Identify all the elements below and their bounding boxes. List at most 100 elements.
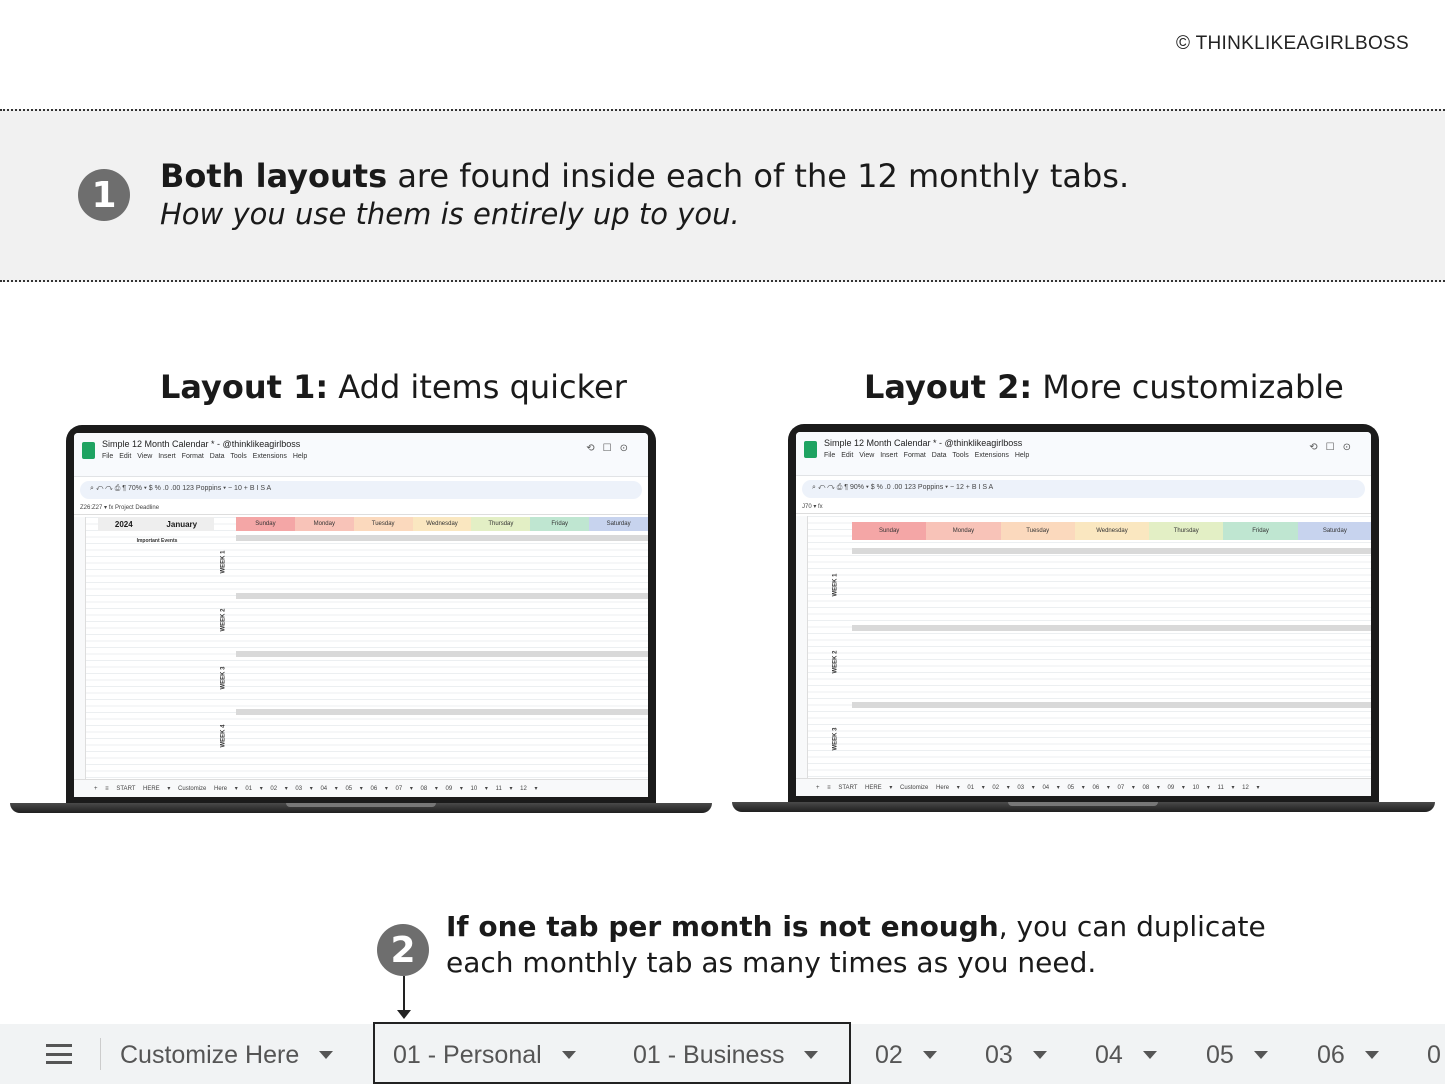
day-header-tuesday: Tuesday xyxy=(1000,522,1075,540)
sheet1-menu: File Edit View Insert Format Data Tools … xyxy=(102,453,308,460)
layout1-title: Layout 1: Add items quicker xyxy=(160,368,627,406)
day-header-saturday: Saturday xyxy=(1297,522,1371,540)
sheet1-title: Simple 12 Month Calendar * - @thinklikea… xyxy=(102,439,301,449)
layout2-title: Layout 2: More customizable xyxy=(864,368,1344,406)
sheet2-header-icons: ⟲☐⊙ xyxy=(1309,442,1359,453)
tab-01-business[interactable]: 01 - Business xyxy=(633,1039,819,1071)
tab-label: 04 xyxy=(1095,1040,1123,1069)
chevron-down-icon xyxy=(1253,1051,1268,1059)
sheet2-formula-bar: J70 ▾ fx xyxy=(796,502,1371,514)
sheet2-week2-label: WEEK 2 xyxy=(832,650,839,674)
chevron-down-icon xyxy=(1032,1051,1047,1059)
sheet2-week-bar xyxy=(852,548,1371,554)
day-header-sunday: Sunday xyxy=(852,522,927,540)
chevron-down-icon xyxy=(1142,1051,1157,1059)
layout2-title-rest: More customizable xyxy=(1032,368,1344,406)
step1-subheading: How you use them is entirely up to you. xyxy=(160,197,740,231)
sheet1-row-numbers xyxy=(74,517,86,779)
layout1-title-rest: Add items quicker xyxy=(328,368,627,406)
laptop-layout1: Simple 12 Month Calendar * - @thinklikea… xyxy=(10,425,712,815)
tab-01-personal[interactable]: 01 - Personal xyxy=(393,1039,576,1071)
step1-heading-bold: Both layouts xyxy=(160,157,388,195)
tab-customize-here[interactable]: Customize Here xyxy=(120,1039,334,1071)
tab-02[interactable]: 02 xyxy=(875,1039,937,1071)
tab-label: 01 - Personal xyxy=(393,1040,542,1069)
tab-07-partial[interactable]: 0 xyxy=(1427,1039,1441,1071)
chevron-down-icon xyxy=(804,1051,819,1059)
step2-heading-rest: , you can duplicate xyxy=(998,910,1266,943)
sheet2-day-header-row: Sunday Monday Tuesday Wednesday Thursday Frid… xyxy=(852,522,1371,540)
sheet1-week3-label: WEEK 3 xyxy=(220,666,227,690)
sheet2-week3-label: WEEK 3 xyxy=(832,727,839,751)
day-header-friday: Friday xyxy=(1223,522,1298,540)
day-header-monday: Monday xyxy=(926,522,1001,540)
tab-label: 0 xyxy=(1427,1040,1441,1069)
sheet1-events-header: Important Events xyxy=(136,538,178,544)
sheet1-week2-label: WEEK 2 xyxy=(220,608,227,632)
sheet2-toolbar: ⌕ ↶ ↷ ⎙ ¶ 90% ▾ $ % .0 .00 123 Poppins ▾… xyxy=(802,480,1365,498)
tab-05[interactable]: 05 xyxy=(1206,1039,1268,1071)
sheet1-week-bar xyxy=(236,709,648,715)
day-header-tuesday: Tuesday xyxy=(353,517,413,531)
step2-heading-bold: If one tab per month is not enough xyxy=(446,910,999,943)
laptop1-notch xyxy=(286,803,436,807)
sheet1-week1-label: WEEK 1 xyxy=(220,550,227,574)
sheet1-week-bar xyxy=(236,651,648,657)
layout2-title-bold: Layout 2: xyxy=(864,368,1033,406)
tab-label: 02 xyxy=(875,1040,903,1069)
sheet1-week-bar xyxy=(236,535,648,541)
step2-subheading: each monthly tab as many times as you ne… xyxy=(446,946,1097,979)
sheet2-grid xyxy=(796,516,1371,778)
pointer-arrow-head-icon xyxy=(397,1010,411,1019)
chevron-down-icon xyxy=(561,1051,576,1059)
sheet1-toolbar: ⌕ ↶ ↷ ⎙ ¶ 70% ▾ $ % .0 .00 123 Poppins ▾… xyxy=(80,481,642,499)
copyright-text: © THINKLIKEAGIRLBOSS xyxy=(1176,33,1409,54)
sheet1-header-icons: ⟲☐⊙ xyxy=(586,443,636,454)
laptop2-notch xyxy=(1008,802,1158,806)
sheet1-week4-label: WEEK 4 xyxy=(220,724,227,748)
chevron-down-icon xyxy=(1364,1051,1379,1059)
tab-label: 05 xyxy=(1206,1040,1234,1069)
pointer-arrow-line xyxy=(403,976,405,1012)
sheet2-week-bar xyxy=(852,702,1371,708)
tab-06[interactable]: 06 xyxy=(1317,1039,1379,1071)
step1-heading: Both layouts are found inside each of th… xyxy=(160,157,1129,195)
sheet2-week1-label: WEEK 1 xyxy=(832,573,839,597)
chevron-down-icon xyxy=(922,1051,937,1059)
sheet1-tab-bar: + ≡ START HERE ▾ Customize Here ▾ 01 ▾ 0… xyxy=(74,779,648,797)
step1-heading-rest: are found inside each of the 12 monthly … xyxy=(387,157,1130,195)
step2-number-badge: 2 xyxy=(377,924,429,976)
day-header-thursday: Thursday xyxy=(1149,522,1224,540)
laptop-layout2: Simple 12 Month Calendar * - @thinklikea… xyxy=(732,424,1435,814)
tab-04[interactable]: 04 xyxy=(1095,1039,1157,1071)
chevron-down-icon xyxy=(319,1051,334,1059)
step2-heading: If one tab per month is not enough, you … xyxy=(446,910,1266,943)
day-header-sunday: Sunday xyxy=(236,517,295,531)
sheet1-month: January xyxy=(166,519,198,529)
laptop1-screen: Simple 12 Month Calendar * - @thinklikea… xyxy=(74,433,648,797)
step1-number-badge: 1 xyxy=(78,169,130,221)
laptop2-screen-frame: Simple 12 Month Calendar * - @thinklikea… xyxy=(788,424,1379,802)
tab-03[interactable]: 03 xyxy=(985,1039,1047,1071)
sheet1-formula-bar: Z26:Z27 ▾ fx Project Deadline xyxy=(74,503,648,515)
tab-separator xyxy=(100,1038,101,1070)
sheet2-row-numbers xyxy=(796,516,808,778)
sheet1-header: Simple 12 Month Calendar * - @thinklikea… xyxy=(74,433,648,477)
day-header-friday: Friday xyxy=(530,517,590,531)
day-header-saturday: Saturday xyxy=(589,517,648,531)
all-sheets-menu-icon[interactable] xyxy=(46,1044,72,1064)
day-header-thursday: Thursday xyxy=(471,517,531,531)
sheet2-menu: File Edit View Insert Format Data Tools … xyxy=(824,452,1030,459)
tab-label: 03 xyxy=(985,1040,1013,1069)
day-header-monday: Monday xyxy=(294,517,354,531)
laptop2-screen: Simple 12 Month Calendar * - @thinklikea… xyxy=(796,432,1371,796)
sheets-logo-icon xyxy=(82,442,95,459)
sheet1-year: 2024 xyxy=(114,519,133,529)
sheet2-title: Simple 12 Month Calendar * - @thinklikea… xyxy=(824,438,1023,448)
day-header-wednesday: Wednesday xyxy=(1074,522,1150,540)
sheet2-week-bar xyxy=(852,625,1371,631)
sheet2-header: Simple 12 Month Calendar * - @thinklikea… xyxy=(796,432,1371,476)
sheet1-grid xyxy=(74,517,648,779)
step1-banner: 1 Both layouts are found inside each of … xyxy=(0,109,1445,282)
sheet1-important-events: Important Events xyxy=(98,538,216,545)
